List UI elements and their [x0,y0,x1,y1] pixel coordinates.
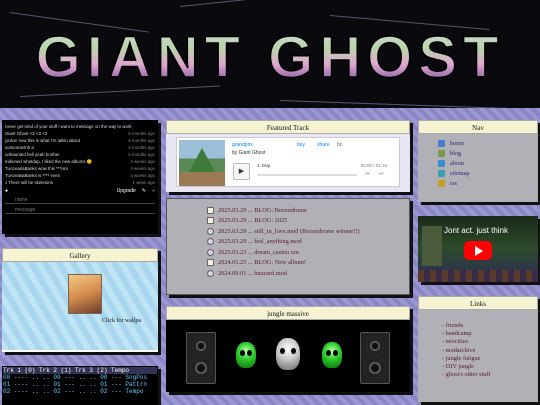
prev-icon[interactable]: ⏮ [365,171,370,177]
blog-list: 2025.03.29 ... BLOG: Boozedrome 2025.03.… [166,198,410,295]
chat-message: unhaunted hell yeah brother 6 months ago [5,152,155,157]
youtube-play-icon[interactable] [464,241,492,260]
green-skull-icon [236,342,256,368]
link-item[interactable]: - modarchive [442,347,538,355]
page-icon [207,206,214,214]
tracker-row: 00 ---- .. .. 00 --- .. .. 00 --- SngPos [3,374,148,381]
speaker-icon [360,332,390,384]
rss-icon [438,179,445,187]
link-item[interactable]: - jungle fatigue [442,355,538,363]
bandcamp-icon[interactable]: bc [337,142,342,148]
edit-icon[interactable]: ✎ [142,188,146,194]
home-icon [438,139,445,147]
nav-item-home[interactable]: home [438,138,538,148]
chat-message: J There will be skeletons 1 week ago [5,180,155,185]
chat-message: jordan now this is what I'm talkin about… [5,138,155,143]
artist-name[interactable]: by Giant Ghost [232,150,265,156]
gallery-caption[interactable]: Click for wallpa [102,318,141,324]
gallery-image[interactable] [68,274,102,314]
settings-icon[interactable]: ○ [152,188,155,194]
buy-link[interactable]: buy [297,142,305,148]
chat-message: someoneshh a6 months ago [5,145,155,150]
track-line: 1. blop [257,163,271,168]
svg-text:GIANT GHOST: GIANT GHOST [36,25,505,90]
video-figure [422,226,442,266]
nav-panel: Nav home blog about sitemap rss [418,120,538,202]
tracker-header: Trk 1 (0) Trk 2 (1) Trk 3 (2) Tempo [3,367,157,374]
blog-item[interactable]: 2025.03.29 ... still_in_love.mod (Boozed… [207,226,409,237]
chat-message: Iridiened whatdap. I liked the new album… [5,159,155,164]
gallery-title: Gallery [2,248,158,262]
play-button[interactable]: ▶ [233,163,250,180]
page-icon [207,259,214,267]
featured-title: Featured Track [166,120,410,134]
link-item[interactable]: - neocities [442,338,538,346]
nav-item-sitemap[interactable]: sitemap [438,168,538,178]
upgrade-link[interactable]: Upgrade [117,188,136,194]
video-strip [418,270,538,282]
album-art[interactable] [179,140,225,186]
video-title[interactable]: Jont act. just think [444,226,508,235]
blog-item[interactable]: 2024.09.01 ... buzzard.mod [207,268,409,279]
about-icon [438,159,445,167]
bandcamp-player: grandprix by Giant Ghost buy share bc ▶ … [176,137,400,187]
gallery-panel: Gallery Click for wallpa [2,248,158,352]
cd-icon [207,227,214,235]
blog-icon [438,149,445,157]
next-icon[interactable]: ⏭ [379,171,384,177]
chat-message: TuAzeaIiaBanks wow this ***ism 4 weeks ag… [5,166,155,171]
cd-icon [207,238,214,246]
white-skull-icon [276,338,300,370]
cd-icon [207,248,214,256]
track-time: 00:00 / 01:16 [360,163,387,168]
chat-controls: ● Upgrade ✎ ○ [5,188,155,194]
tracker-row: 01 ---- .. .. 01 --- .. .. 01 --- Pattrn [3,381,148,388]
blog-item[interactable]: 2024.01.25 ... BLOG: New album! [207,258,409,269]
blog-item[interactable]: 2025.03.29 ... feel_anything.mod [207,237,409,248]
name-field[interactable]: name [5,196,155,204]
track-name[interactable]: grandprix [232,142,253,148]
featured-track-panel: Featured Track grandprix by Giant Ghost … [166,120,410,192]
user-icon[interactable]: ● [5,188,8,194]
page-icon [207,217,214,225]
blog-item[interactable]: 2025.03.29 ... BLOG: Boozedrome [207,205,409,216]
link-item[interactable]: - friends [442,322,538,330]
jungle-panel: jungle massive [166,306,410,392]
chat-message: Giant Ghost <3 <3 <3 6 months ago [5,131,155,136]
link-item[interactable]: - bandcamp [442,330,538,338]
green-skull-icon [322,342,342,368]
nav-item-about[interactable]: about [438,158,538,168]
chat-message: TuAzeaIiaBanks is **** even 4 weeks ago [5,173,155,178]
nav-title: Nav [418,120,538,134]
share-link[interactable]: share [317,142,330,148]
sitemap-icon [438,169,445,177]
progress-bar[interactable] [257,174,357,176]
tracker-widget: Trk 1 (0) Trk 2 (1) Trk 3 (2) Tempo 00 -… [2,366,158,405]
link-item[interactable]: - ghost's other stuff [442,371,538,379]
nav-item-blog[interactable]: blog [438,148,538,158]
chat-box: never get tired of your stuff i want to … [2,120,158,234]
cd-icon [207,269,214,277]
blog-item[interactable]: 2025.03.23 ... dream_casino.xm [207,247,409,258]
links-panel: Links - friends - bandcamp - neocities -… [418,296,538,402]
site-logo: GIANT GHOST [14,22,526,92]
links-title: Links [418,296,538,310]
nav-item-rss[interactable]: rss [438,178,538,188]
tracker-row: 02 ---- .. .. 02 --- .. .. 02 --- Tempo [3,388,144,395]
chat-message: never get tired of your stuff i want to … [5,124,132,129]
message-field[interactable]: message [5,206,155,214]
jungle-title: jungle massive [166,306,410,320]
speaker-icon [186,332,216,384]
link-item[interactable]: - DIY jungle [442,363,538,371]
youtube-embed[interactable]: Jont act. just think [418,216,538,282]
blog-item[interactable]: 2025.03.29 ... BLOG: 2025 [207,216,409,227]
